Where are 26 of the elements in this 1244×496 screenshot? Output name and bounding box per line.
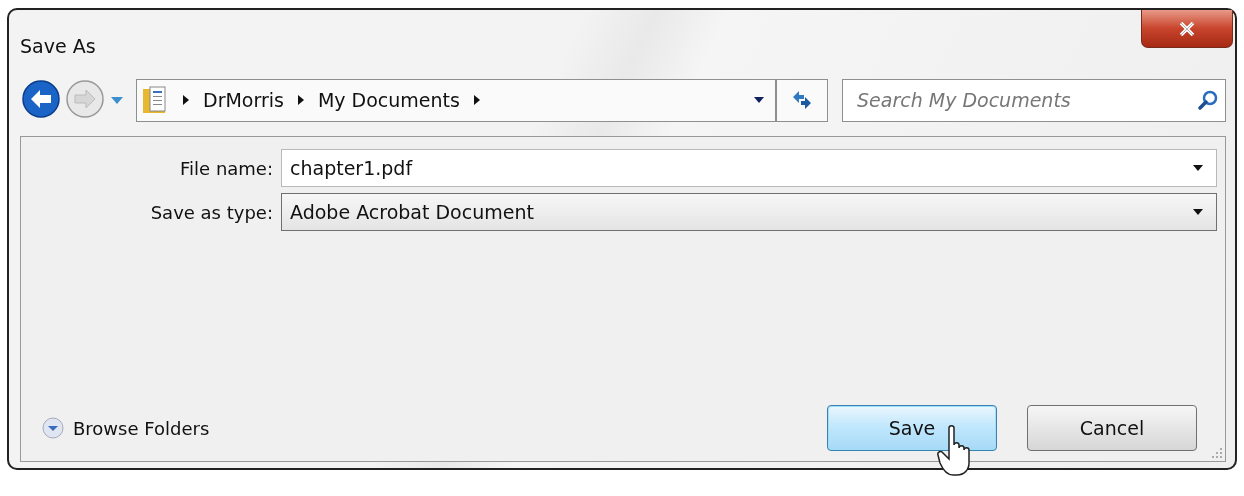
refresh-button[interactable] — [776, 78, 828, 122]
field-label: Save as type: — [150, 201, 273, 223]
close-button[interactable] — [1141, 10, 1233, 48]
expand-icon — [41, 416, 65, 440]
window-title: Save As — [20, 35, 96, 57]
chevron-icon[interactable] — [181, 94, 191, 106]
search-icon — [1197, 89, 1219, 111]
dropdown-icon[interactable] — [1192, 164, 1204, 172]
breadcrumb-item[interactable]: My Documents — [317, 89, 460, 111]
back-button[interactable] — [20, 79, 62, 121]
browse-folders-toggle[interactable]: Browse Folders — [41, 416, 210, 440]
dropdown-icon[interactable] — [753, 96, 765, 104]
field-label: File name: — [180, 157, 273, 179]
combo-field[interactable]: chapter1.pdf — [281, 149, 1217, 187]
dropdown[interactable]: Adobe Acrobat Document — [281, 193, 1217, 231]
breadcrumb-item[interactable]: DrMorris — [203, 89, 284, 111]
folder-icon — [141, 85, 169, 115]
address-bar[interactable]: DrMorris My Documents — [136, 78, 776, 122]
dialog-button[interactable]: Cancel — [1027, 405, 1197, 451]
close-icon — [1178, 21, 1196, 36]
dialog-button[interactable]: Save — [827, 405, 997, 451]
chevron-icon[interactable] — [295, 94, 306, 106]
resize-grip-icon[interactable] — [1211, 447, 1223, 459]
dropdown-icon[interactable] — [1192, 208, 1204, 216]
search-field[interactable]: Search My Documents — [842, 78, 1226, 122]
chevron-icon[interactable] — [471, 94, 482, 106]
